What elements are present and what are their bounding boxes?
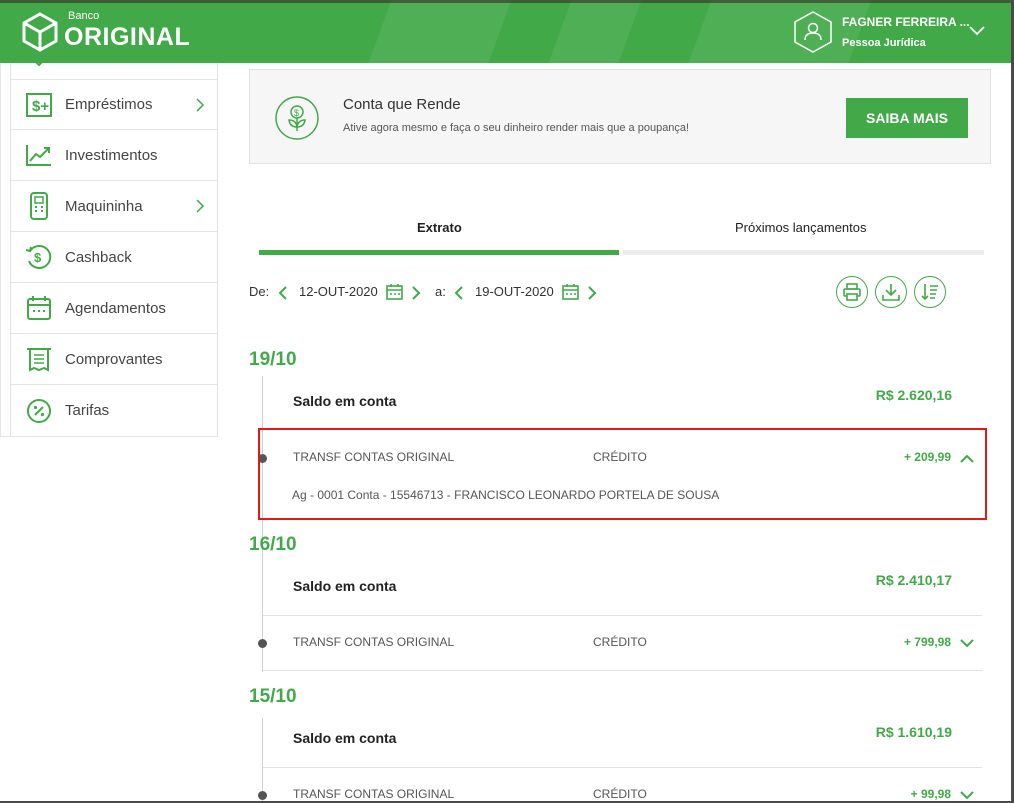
svg-text:$: $ (294, 108, 299, 118)
chevron-left-icon[interactable] (278, 285, 288, 301)
transaction-type: CRÉDITO (593, 635, 647, 649)
balance-label: Saldo em conta (293, 730, 397, 746)
receipt-icon (24, 344, 54, 374)
bank-logo[interactable]: Banco ORIGINAL (22, 10, 190, 52)
svg-text:$: $ (34, 250, 42, 265)
chevron-down-icon[interactable] (958, 789, 976, 801)
cashback-icon: $ (24, 242, 54, 272)
balance-label: Saldo em conta (293, 578, 397, 594)
transaction-type: CRÉDITO (593, 787, 647, 801)
user-type: Pessoa Jurídica (842, 37, 926, 49)
banner-subtitle: Ative agora mesmo e faça o seu dinheiro … (343, 122, 690, 134)
sidebar-item-maquininha[interactable]: Maquininha (10, 181, 217, 232)
chevron-right-icon[interactable] (411, 285, 421, 301)
sidebar-item-label: Tarifas (65, 402, 110, 419)
user-avatar-icon (794, 11, 832, 53)
cube-logo-icon (22, 12, 58, 52)
chevron-left-icon[interactable] (454, 285, 464, 301)
transaction-name[interactable]: TRANSF CONTAS ORIGINAL (293, 635, 454, 649)
timeline-dot (258, 791, 267, 800)
dollar-plus-icon: $+ (24, 90, 54, 120)
sidebar-item-cashback[interactable]: $ Cashback (10, 232, 217, 283)
timeline-line (262, 376, 263, 672)
sidebar-item-label: Investimentos (65, 146, 158, 164)
header-decoration (548, 0, 642, 63)
timeline-dot (258, 639, 267, 648)
calendar-icon[interactable] (386, 283, 403, 300)
printer-icon (843, 283, 861, 301)
money-plant-icon: $ (275, 96, 319, 140)
balance-value: R$ 1.610,19 (875, 724, 952, 740)
download-icon (882, 284, 900, 301)
svg-text:$+: $+ (32, 98, 49, 115)
sort-list-icon (921, 284, 938, 301)
sidebar-item-investimentos[interactable]: Investimentos (10, 130, 217, 181)
sidebar-item-label: Agendamentos (65, 299, 166, 317)
chevron-right-icon[interactable] (587, 285, 597, 301)
window-top-line (0, 0, 1014, 3)
promo-banner: $ Conta que Rende Ative agora mesmo e fa… (249, 69, 991, 164)
statement-date: 15/10 (249, 686, 297, 707)
transaction-value: + 799,98 (903, 635, 951, 649)
user-menu[interactable]: FAGNER FERREIRA ... Pessoa Jurídica (793, 10, 970, 54)
from-date[interactable]: 12-OUT-2020 (299, 284, 378, 299)
banner-title: Conta que Rende (343, 96, 461, 113)
percent-icon (24, 396, 54, 426)
from-label: De: (249, 284, 270, 299)
sidebar-item-label: Empréstimos (65, 96, 153, 113)
header-decoration (368, 0, 512, 63)
partial-icon (32, 59, 46, 67)
sidebar-item-label: Maquininha (65, 197, 143, 215)
chevron-right-icon (196, 98, 205, 112)
sidebar-item-emprestimos[interactable]: $+ Empréstimos (10, 79, 217, 130)
logo-small-text: Banco (68, 10, 100, 22)
calendar-icon[interactable] (562, 283, 579, 300)
row-divider (263, 767, 982, 768)
sidebar-border (0, 63, 1, 436)
row-divider (263, 615, 982, 616)
sort-filter-button[interactable] (914, 276, 946, 308)
card-machine-icon (24, 191, 54, 221)
calendar-icon (24, 293, 54, 323)
sidebar-item-label: Comprovantes (65, 350, 163, 368)
saiba-mais-button[interactable]: SAIBA MAIS (846, 98, 968, 138)
row-divider (263, 670, 983, 671)
sidebar-item-tarifas[interactable]: Tarifas (10, 385, 217, 436)
highlight-box (258, 428, 987, 520)
balance-label: Saldo em conta (293, 393, 397, 409)
print-button[interactable] (836, 276, 868, 308)
top-header: Banco ORIGINAL FAGNER FERREIRA ... Pesso… (0, 0, 1014, 63)
to-date[interactable]: 19-OUT-2020 (475, 284, 554, 299)
transaction-name[interactable]: TRANSF CONTAS ORIGINAL (293, 787, 454, 801)
chevron-down-icon[interactable] (968, 24, 986, 36)
transaction-value: + 99,98 (910, 787, 951, 801)
to-label: a: (435, 284, 446, 299)
user-name: FAGNER FERREIRA ... (842, 15, 970, 29)
statement-date: 16/10 (249, 534, 297, 555)
sidebar-item-comprovantes[interactable]: Comprovantes (10, 334, 217, 385)
sidebar-item-label: Cashback (65, 248, 132, 266)
balance-value: R$ 2.410,17 (875, 572, 952, 588)
sidebar-item-agendamentos[interactable]: Agendamentos (10, 283, 217, 334)
tab-inactive-indicator (623, 250, 984, 255)
tab-extrato[interactable]: Extrato (417, 220, 462, 235)
tab-active-indicator (259, 250, 619, 255)
download-button[interactable] (875, 276, 907, 308)
statement-date: 19/10 (249, 349, 297, 370)
chevron-right-icon (196, 199, 205, 213)
trend-up-icon (24, 140, 54, 170)
tab-proximos-lancamentos[interactable]: Próximos lançamentos (735, 220, 867, 235)
balance-value: R$ 2.620,16 (875, 387, 952, 403)
sidebar: $+ Empréstimos Investimentos Maquininha … (0, 59, 218, 437)
chevron-down-icon[interactable] (958, 637, 976, 649)
